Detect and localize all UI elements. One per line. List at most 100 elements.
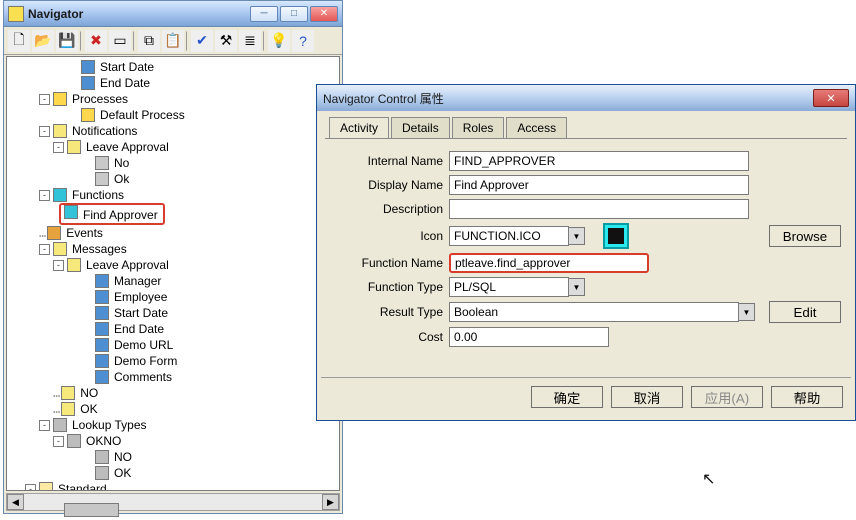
tree-item[interactable]: Functions [70,187,126,203]
save-icon[interactable]: 💾 [56,30,78,52]
tree-item-findapprover[interactable]: Find Approver [81,208,160,222]
paste-icon[interactable]: 📋 [162,30,184,52]
tree-item[interactable]: No [112,155,131,171]
tree-item[interactable]: Ok [112,171,131,187]
tree-item[interactable]: Start Date [112,305,170,321]
label-functionname: Function Name [331,256,449,270]
new-icon[interactable]: 🗋 [8,30,30,52]
collapse-icon[interactable]: - [25,484,36,492]
hammer-icon[interactable]: ⚒ [215,30,237,52]
collapse-icon[interactable]: - [39,94,50,105]
tab-details[interactable]: Details [391,117,450,138]
attr-icon [95,306,109,320]
tree-item[interactable]: Comments [112,369,174,385]
maximize-button[interactable]: □ [280,6,308,22]
tab-access[interactable]: Access [506,117,567,138]
events-icon [47,226,61,240]
delete-icon[interactable]: ✖ [85,30,107,52]
tree-item[interactable]: Employee [112,289,169,305]
toolbar: 🗋 📂 💾 ✖ ▭ ⧉ 📋 ✔ ⚒ ≣ 💡 ? [4,27,342,55]
tree-item[interactable]: Leave Approval [84,139,171,155]
dialog-close-button[interactable]: ✕ [813,89,849,107]
message-icon [67,258,81,272]
process-icon [53,92,67,106]
minimize-button[interactable]: ─ [250,6,278,22]
props-icon[interactable]: ▭ [109,30,131,52]
dialog-titlebar[interactable]: Navigator Control 属性 ✕ [317,85,855,111]
tree-item[interactable]: Notifications [70,123,139,139]
collapse-icon[interactable]: - [39,126,50,137]
apply-button[interactable]: 应用(A) [691,386,763,408]
tree-item[interactable]: Messages [70,241,129,257]
properties-dialog: Navigator Control 属性 ✕ Activity Details … [316,84,856,421]
tree-item[interactable]: Demo Form [112,353,179,369]
tree-item[interactable]: Events [64,225,105,241]
field-internalname[interactable]: FIND_APPROVER [449,151,749,171]
collapse-icon[interactable]: - [39,190,50,201]
result-icon [95,172,109,186]
edit-button[interactable]: Edit [769,301,841,323]
list-icon[interactable]: ≣ [239,30,261,52]
collapse-icon[interactable]: - [39,420,50,431]
copy-icon[interactable]: ⧉ [138,30,160,52]
label-displayname: Display Name [331,178,449,192]
dropdown-icon[interactable]: ▼ [569,227,585,245]
tree-item[interactable]: NO [112,449,134,465]
tree-item[interactable]: NO [78,385,100,401]
browse-button[interactable]: Browse [769,225,841,247]
field-displayname[interactable]: Find Approver [449,175,749,195]
field-icon[interactable]: FUNCTION.ICO [449,226,569,246]
tree-item[interactable]: Manager [112,273,163,289]
ok-button[interactable]: 确定 [531,386,603,408]
label-description: Description [331,202,449,216]
field-description[interactable] [449,199,749,219]
tree-item[interactable]: Demo URL [112,337,175,353]
tree-item[interactable]: End Date [98,75,152,91]
scroll-left-button[interactable]: ◀ [7,494,24,510]
label-functiontype: Function Type [331,280,449,294]
collapse-icon[interactable]: - [39,244,50,255]
help-button[interactable]: 帮助 [771,386,843,408]
field-functiontype[interactable]: PL/SQL [449,277,569,297]
tree-item[interactable]: Lookup Types [70,417,149,433]
scroll-thumb[interactable] [64,503,119,517]
dropdown-icon[interactable]: ▼ [569,278,585,296]
cursor-icon: ↖ [702,469,715,489]
tree-item[interactable]: OK [78,401,99,417]
field-cost[interactable]: 0.00 [449,327,609,347]
scroll-right-button[interactable]: ▶ [322,494,339,510]
notif-icon [67,140,81,154]
hscrollbar[interactable]: ◀ ▶ [6,493,340,511]
tree-item[interactable]: OKNO [84,433,123,449]
tree-item[interactable]: Default Process [98,107,187,123]
check-icon[interactable]: ✔ [191,30,213,52]
field-functionname[interactable]: ptleave.find_approver [449,253,649,273]
tree-item[interactable]: Start Date [98,59,156,75]
tab-roles[interactable]: Roles [452,117,505,138]
collapse-icon[interactable]: - [53,260,64,271]
tab-activity[interactable]: Activity [329,117,389,138]
sep [80,31,83,51]
function-icon [64,205,78,219]
tree-item[interactable]: Leave Approval [84,257,171,273]
window-title: Navigator [28,7,250,21]
sep [263,31,266,51]
tree-item[interactable]: End Date [112,321,166,337]
open-icon[interactable]: 📂 [32,30,54,52]
dropdown-icon[interactable]: ▼ [739,303,755,321]
close-button[interactable]: ✕ [310,6,338,22]
sep [186,31,189,51]
bulb-icon[interactable]: 💡 [268,30,290,52]
collapse-icon[interactable]: - [53,436,64,447]
collapse-icon[interactable]: - [53,142,64,153]
attr-icon [81,76,95,90]
cancel-button[interactable]: 取消 [611,386,683,408]
titlebar[interactable]: Navigator ─ □ ✕ [4,1,342,27]
tree-item[interactable]: Standard [56,481,109,491]
help-icon[interactable]: ? [292,30,314,52]
lookup-icon [67,434,81,448]
tree-view[interactable]: Start Date End Date - Processes Default P… [6,56,340,491]
tree-item[interactable]: OK [112,465,133,481]
tree-item[interactable]: Processes [70,91,130,107]
field-resulttype[interactable]: Boolean [449,302,739,322]
